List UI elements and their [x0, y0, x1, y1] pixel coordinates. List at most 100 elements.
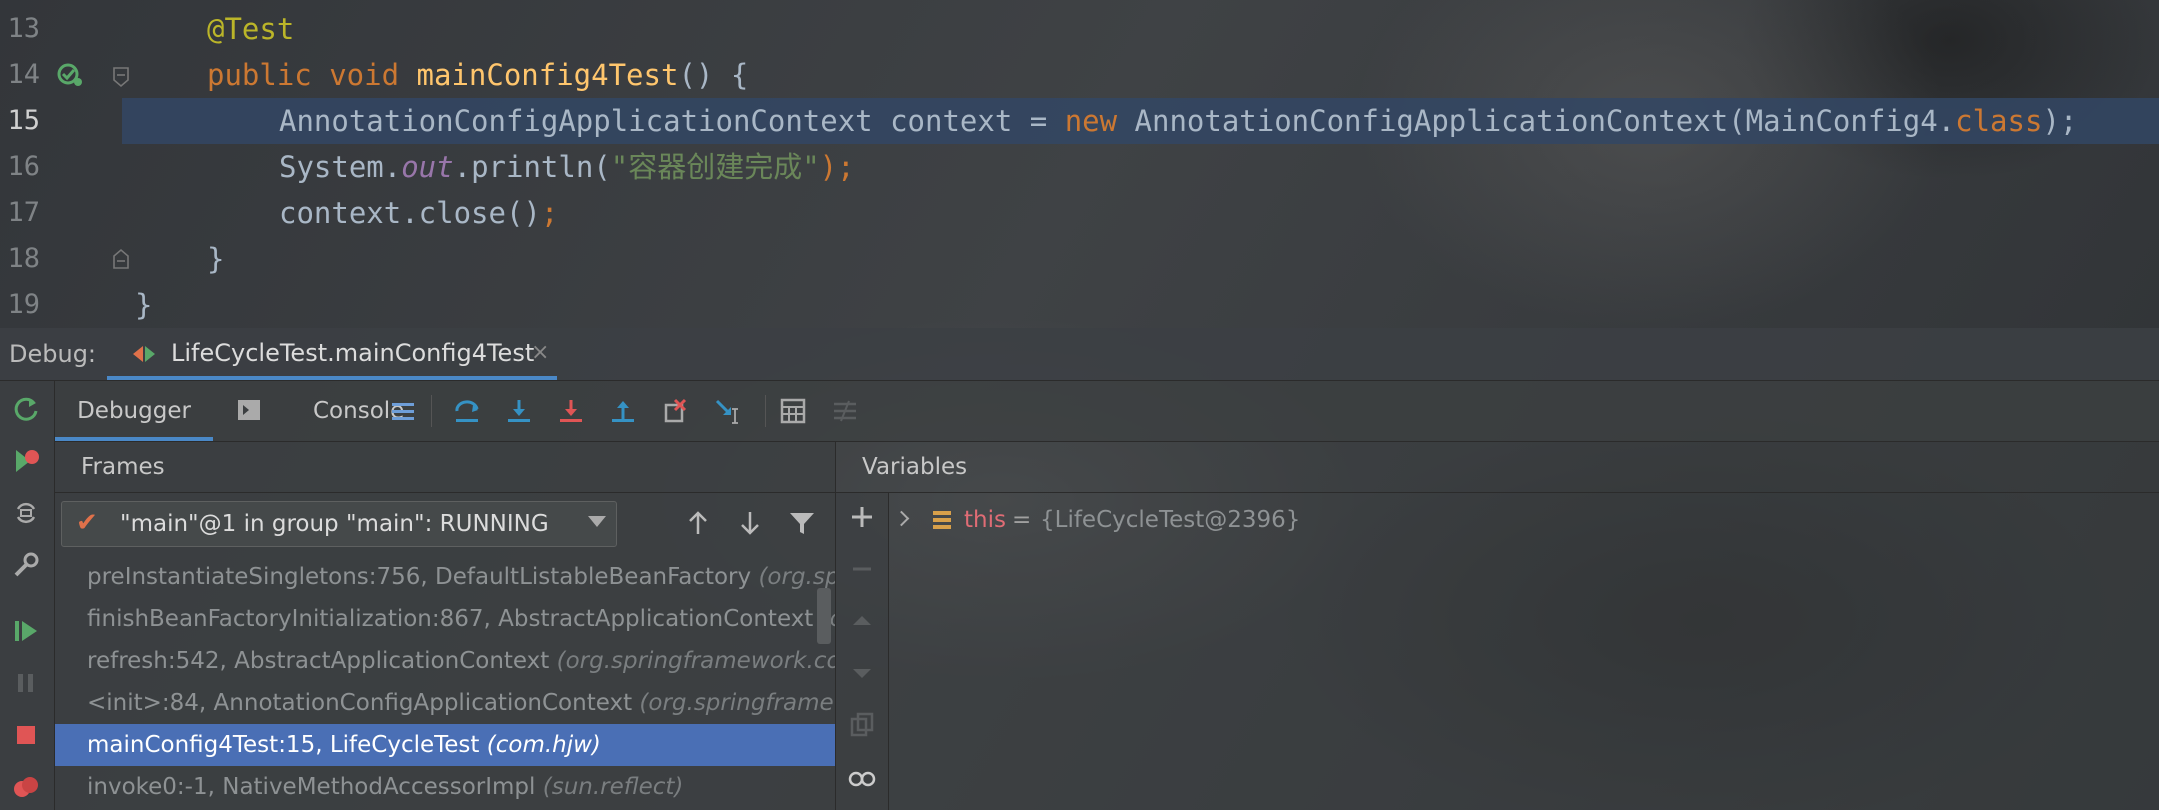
code-token: "容器创建完成" — [610, 150, 820, 184]
toolbar-separator — [765, 395, 766, 427]
filter-icon[interactable] — [787, 508, 817, 538]
variables-actions — [836, 493, 889, 810]
pause-program-icon[interactable] — [12, 669, 40, 697]
arrow-down-icon[interactable] — [735, 508, 765, 538]
code-token: () { — [678, 58, 749, 92]
arrow-up-icon[interactable] — [683, 508, 713, 538]
code-line[interactable]: 17 context.close(); — [0, 190, 2159, 236]
code-text: @Test — [207, 6, 294, 52]
code-token: class — [1955, 104, 2043, 138]
frame-row[interactable]: <init>:84, AnnotationConfigApplicationCo… — [55, 682, 835, 724]
code-token: context.close() — [279, 196, 541, 230]
code-token: AnnotationConfigApplicationContext conte… — [279, 104, 1065, 138]
debugger-toolbar: Debugger Console — [55, 381, 2159, 442]
chevron-down-icon — [588, 516, 606, 527]
force-step-into-icon[interactable] — [557, 397, 585, 425]
evaluate-expression-icon[interactable] — [779, 397, 807, 425]
code-token: ); — [819, 150, 855, 184]
variable-value: {LifeCycleTest@2396} — [1040, 507, 1301, 533]
line-number: 18 — [7, 243, 40, 274]
code-token: public — [207, 58, 330, 92]
step-over-icon[interactable] — [505, 397, 533, 425]
variables-header: Variables — [836, 442, 2159, 493]
frame-package: (org.springframework.context.annotation) — [639, 690, 835, 716]
frame-package: (org.springframework.context.support) — [556, 648, 835, 674]
toolbar-separator — [431, 395, 432, 427]
frame-method: refresh:542, AbstractApplicationContext — [87, 648, 557, 674]
move-up-icon[interactable] — [848, 607, 876, 635]
code-line[interactable]: 13 @Test — [0, 6, 2159, 52]
fold-marker-icon[interactable] — [112, 248, 130, 270]
debug-label: Debug: — [9, 340, 97, 368]
code-token: .println( — [453, 150, 611, 184]
debug-session-tab[interactable]: LifeCycleTest.mainConfig4Test × — [107, 328, 557, 380]
code-line[interactable]: 16 System.out.println("容器创建完成"); — [0, 144, 2159, 190]
code-token: out — [401, 150, 454, 184]
code-text: System.out.println("容器创建完成"); — [279, 144, 855, 190]
duplicate-watch-icon[interactable] — [848, 711, 876, 739]
move-down-icon[interactable] — [848, 659, 876, 687]
frames-header: Frames — [55, 442, 835, 493]
code-token: AnnotationConfigApplicationContext(MainC… — [1134, 104, 1956, 138]
code-line[interactable]: 14 public void mainConfig4Test() { — [0, 52, 2159, 98]
code-text: AnnotationConfigApplicationContext conte… — [279, 98, 2077, 144]
run-to-cursor-icon[interactable] — [713, 397, 741, 425]
fold-marker-icon[interactable] — [112, 66, 130, 88]
debug-rerun-icon[interactable] — [12, 447, 40, 475]
code-editor[interactable]: 13 @Test 14 public void mainConfig4Test(… — [0, 0, 2159, 322]
chevron-right-icon[interactable] — [893, 510, 910, 527]
layout-menu-icon[interactable] — [389, 397, 417, 425]
line-number: 15 — [7, 105, 40, 136]
code-line[interactable]: 18 } — [0, 236, 2159, 282]
frame-row[interactable]: preInstantiateSingletons:756, DefaultLis… — [55, 556, 835, 598]
code-token: System. — [279, 150, 402, 184]
debug-actions-sidebar — [0, 381, 55, 810]
drop-frame-icon[interactable] — [661, 397, 689, 425]
frame-row[interactable]: invoke0:-1, NativeMethodAccessorImpl (su… — [55, 766, 835, 808]
line-number: 19 — [7, 289, 40, 320]
test-config-icon — [133, 346, 155, 362]
view-breakpoints-icon[interactable] — [12, 773, 40, 801]
line-number: 17 — [7, 197, 40, 228]
variable-equals: = — [1012, 507, 1032, 533]
debug-tool-window-header: Debug: LifeCycleTest.mainConfig4Test × — [0, 328, 2159, 381]
code-text: } — [135, 282, 152, 328]
frame-package: (sun.reflect) — [542, 774, 684, 800]
frame-row-selected[interactable]: mainConfig4Test:15, LifeCycleTest (com.h… — [55, 724, 835, 766]
line-number: 16 — [7, 151, 40, 182]
settings-wrench-icon[interactable] — [12, 551, 40, 579]
debug-session-label: LifeCycleTest.mainConfig4Test — [171, 339, 535, 367]
code-text: } — [207, 236, 224, 282]
frames-scrollbar[interactable] — [817, 588, 831, 644]
show-watches-glasses-icon[interactable] — [848, 763, 876, 791]
trace-current-stream-icon[interactable] — [831, 397, 859, 425]
code-token: ; — [540, 196, 559, 230]
code-line[interactable]: 19 } — [0, 282, 2159, 328]
code-token: } — [135, 288, 153, 322]
restore-layout-icon[interactable] — [12, 499, 40, 527]
new-watch-icon[interactable] — [848, 503, 876, 531]
show-execution-point-icon[interactable] — [453, 397, 481, 425]
tab-debugger[interactable]: Debugger — [55, 381, 213, 441]
frame-list: preInstantiateSingletons:756, DefaultLis… — [55, 556, 835, 810]
line-number: 14 — [7, 59, 40, 90]
close-tab-icon[interactable]: × — [531, 328, 549, 378]
stop-program-icon[interactable] — [12, 721, 40, 749]
code-line[interactable]: 15 AnnotationConfigApplicationContext co… — [0, 98, 2159, 144]
frame-row[interactable]: refresh:542, AbstractApplicationContext … — [55, 640, 835, 682]
remove-watch-icon[interactable] — [848, 555, 876, 583]
thread-selector[interactable]: ✔ "main"@1 in group "main": RUNNING — [61, 501, 617, 547]
run-test-icon[interactable] — [56, 62, 84, 88]
frame-method: preInstantiateSingletons:756, DefaultLis… — [87, 564, 759, 590]
line-number: 13 — [7, 13, 40, 44]
code-token: ); — [2042, 104, 2078, 138]
object-field-icon — [933, 511, 951, 529]
variables-panel: Variables this = {LifeCycleTest@2396} — [836, 442, 2159, 810]
resume-program-icon[interactable] — [12, 617, 40, 645]
rerun-icon[interactable] — [12, 395, 40, 423]
step-out-icon[interactable] — [609, 397, 637, 425]
frame-method: mainConfig4Test:15, LifeCycleTest — [87, 732, 487, 758]
code-token: mainConfig4Test — [416, 58, 679, 92]
frame-row[interactable]: finishBeanFactoryInitialization:867, Abs… — [55, 598, 835, 640]
code-text: context.close(); — [279, 190, 558, 236]
